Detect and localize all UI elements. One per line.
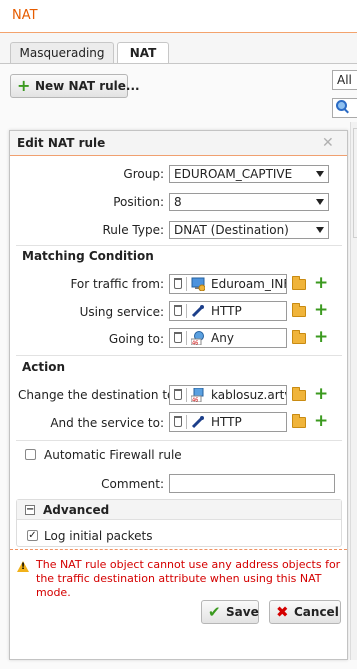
change-destination-field[interactable]: 46 kablosuz.artv bbox=[169, 385, 287, 405]
service-to-value: HTTP bbox=[211, 415, 242, 429]
service-value: HTTP bbox=[211, 304, 242, 318]
save-label: Save bbox=[226, 605, 259, 619]
close-x-icon: ✖ bbox=[276, 603, 289, 621]
network-icon bbox=[191, 277, 205, 291]
position-select[interactable]: 8 bbox=[169, 193, 329, 211]
traffic-from-value: Eduroam_INF bbox=[211, 277, 287, 291]
filter-select[interactable]: All bbox=[332, 70, 357, 90]
dialog-header: Edit NAT rule bbox=[10, 131, 347, 156]
log-initial-label: Log initial packets bbox=[44, 529, 153, 543]
rule-type-value: DNAT (Destination) bbox=[174, 223, 289, 237]
close-icon[interactable]: ✕ bbox=[322, 135, 334, 151]
warning-icon bbox=[17, 561, 29, 572]
divider bbox=[16, 245, 342, 246]
chevron-down-icon bbox=[316, 227, 324, 233]
cancel-button[interactable]: ✖ Cancel bbox=[269, 600, 341, 624]
service-to-label: And the service to: bbox=[50, 416, 164, 430]
folder-icon[interactable] bbox=[292, 330, 306, 344]
change-destination-value: kablosuz.artv bbox=[211, 388, 287, 402]
comment-input[interactable] bbox=[169, 474, 335, 493]
add-icon[interactable]: + bbox=[314, 302, 328, 319]
trash-icon[interactable] bbox=[174, 305, 182, 316]
collapse-icon[interactable]: − bbox=[25, 505, 35, 515]
position-value: 8 bbox=[174, 195, 182, 209]
group-select[interactable]: EDUROAM_CAPTIVE bbox=[169, 165, 329, 183]
host-ipv46-icon: 46 bbox=[191, 388, 204, 403]
side-panel-edge bbox=[350, 122, 357, 660]
tab-masquerading[interactable]: Masquerading bbox=[10, 42, 114, 63]
dialog-title: Edit NAT rule bbox=[17, 136, 106, 150]
service-label: Using service: bbox=[79, 305, 164, 319]
position-label: Position: bbox=[113, 195, 164, 209]
folder-icon[interactable] bbox=[292, 387, 306, 401]
action-heading: Action bbox=[22, 360, 66, 374]
folder-icon[interactable] bbox=[292, 414, 306, 428]
new-nat-rule-button[interactable]: + New NAT rule... bbox=[10, 74, 140, 98]
service-field[interactable]: HTTP bbox=[169, 301, 287, 321]
chevron-down-icon bbox=[316, 171, 324, 177]
group-value: EDUROAM_CAPTIVE bbox=[174, 167, 293, 181]
add-icon[interactable]: + bbox=[314, 329, 328, 346]
service-to-field[interactable]: HTTP bbox=[169, 412, 287, 432]
trash-icon[interactable] bbox=[174, 416, 182, 427]
auto-firewall-checkbox[interactable] bbox=[25, 449, 36, 460]
svg-text:46: 46 bbox=[192, 398, 198, 403]
page-header: NAT bbox=[0, 0, 357, 33]
svg-text:46: 46 bbox=[192, 341, 198, 346]
service-icon bbox=[191, 305, 204, 318]
trash-icon[interactable] bbox=[174, 389, 182, 400]
group-label: Group: bbox=[123, 167, 164, 181]
save-button[interactable]: ✔ Save bbox=[201, 600, 259, 624]
going-to-label: Going to: bbox=[108, 332, 164, 346]
advanced-title: Advanced bbox=[43, 503, 110, 517]
chevron-down-icon bbox=[316, 199, 324, 205]
folder-icon[interactable] bbox=[292, 303, 306, 317]
going-to-field[interactable]: 46 Any bbox=[169, 328, 287, 348]
trash-icon[interactable] bbox=[174, 278, 182, 289]
auto-firewall-label: Automatic Firewall rule bbox=[44, 448, 182, 462]
add-icon[interactable]: + bbox=[314, 386, 328, 403]
rule-type-label: Rule Type: bbox=[102, 223, 164, 237]
add-icon[interactable]: + bbox=[314, 275, 328, 292]
trash-icon[interactable] bbox=[174, 332, 182, 343]
folder-icon[interactable] bbox=[292, 276, 306, 290]
traffic-from-label: For traffic from: bbox=[70, 277, 164, 291]
checkmark-icon: ✔ bbox=[208, 603, 221, 621]
traffic-from-field[interactable]: Eduroam_INF bbox=[169, 274, 287, 294]
tab-nat[interactable]: NAT bbox=[117, 42, 169, 64]
cancel-label: Cancel bbox=[294, 605, 339, 619]
divider bbox=[16, 440, 342, 441]
add-icon[interactable]: + bbox=[314, 413, 328, 430]
service-icon bbox=[191, 416, 204, 429]
search-input[interactable] bbox=[332, 98, 357, 118]
warning-message: The NAT rule object cannot use any addre… bbox=[36, 558, 341, 599]
page-title: NAT bbox=[12, 8, 38, 23]
change-destination-label: Change the destination to: bbox=[18, 388, 179, 402]
rule-type-select[interactable]: DNAT (Destination) bbox=[169, 221, 329, 239]
divider bbox=[10, 549, 347, 550]
matching-condition-heading: Matching Condition bbox=[22, 249, 154, 263]
log-initial-checkbox[interactable]: ✓ bbox=[27, 530, 38, 541]
plus-icon: + bbox=[17, 76, 31, 95]
divider bbox=[16, 355, 342, 356]
going-to-value: Any bbox=[211, 331, 234, 345]
comment-label: Comment: bbox=[101, 477, 164, 491]
new-nat-rule-label: New NAT rule... bbox=[35, 79, 140, 93]
any-ipv46-icon: 46 bbox=[191, 331, 204, 346]
